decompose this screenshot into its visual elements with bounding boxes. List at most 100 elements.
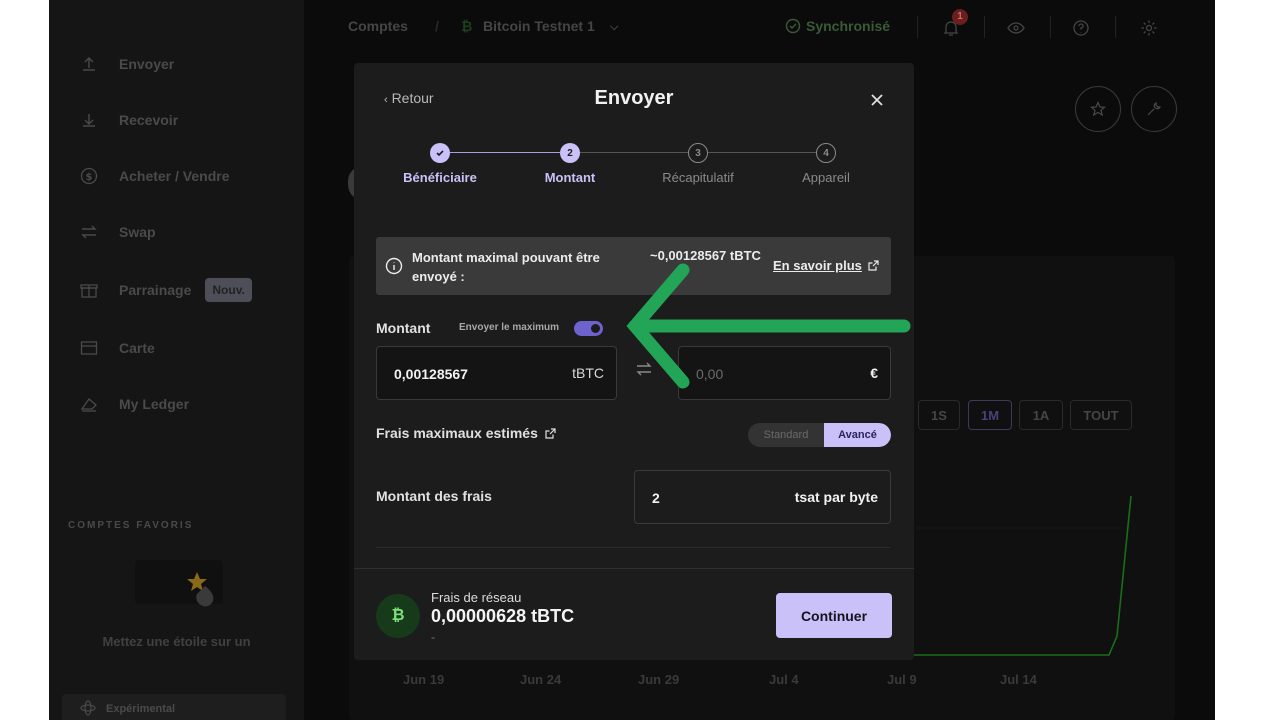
swap-icon (79, 222, 99, 242)
modal-title: Envoyer (594, 87, 674, 109)
settings-button[interactable] (1138, 17, 1160, 39)
close-button[interactable] (866, 89, 888, 111)
fee-rate-value: 2 (652, 490, 660, 506)
send-max-toggle[interactable] (574, 321, 603, 336)
gear-icon (1141, 20, 1157, 36)
chart-date-label: Jun 24 (520, 672, 562, 687)
chart-date-label: Jul 14 (1000, 672, 1037, 687)
fee-rate-input[interactable]: 2 tsat par byte (634, 470, 891, 524)
external-link-icon (868, 260, 879, 271)
max-amount-info: Montant maximal pouvant être envoyé : ~0… (376, 237, 891, 295)
fee-mode-standard[interactable]: Standard (748, 423, 824, 447)
sync-status: Synchronisé (785, 18, 890, 34)
breadcrumb-account[interactable]: Bitcoin Testnet 1 (483, 18, 595, 34)
fee-mode-toggle: Standard Avancé (748, 423, 891, 447)
sidebar-item-card[interactable]: Carte (79, 334, 155, 362)
range-1s[interactable]: 1S (918, 400, 960, 430)
star-icon (1090, 101, 1106, 117)
divider (376, 547, 891, 548)
step-4-dot: 4 (816, 143, 836, 163)
favorites-heading: COMPTES FAVORIS (68, 520, 194, 531)
crypto-amount-value: 0,00128567 (394, 366, 468, 382)
range-all[interactable]: TOUT (1070, 400, 1132, 430)
sidebar-item-receive[interactable]: Recevoir (79, 106, 178, 134)
sidebar-item-referral[interactable]: Parrainage Nouv. (79, 276, 252, 304)
crypto-amount-input[interactable]: 0,00128567 tBTC (376, 346, 617, 400)
ledger-live-app: Envoyer Recevoir $ Acheter / Vendre Swap… (49, 0, 1215, 720)
check-icon (436, 150, 444, 157)
crypto-unit: tBTC (572, 365, 604, 381)
check-circle-icon (785, 18, 801, 34)
sync-status-label: Synchronisé (806, 18, 891, 34)
edit-account-button[interactable] (1131, 86, 1177, 132)
learn-more-link[interactable]: En savoir plus (773, 258, 879, 273)
ledger-icon (79, 394, 99, 414)
chart-date-label: Jul 4 (769, 672, 799, 687)
svg-text:$: $ (86, 172, 93, 183)
experimental-item[interactable]: Expérimental (62, 694, 286, 720)
sidebar-item-buy-sell[interactable]: $ Acheter / Vendre (79, 162, 230, 190)
send-modal: ‹ Retour Envoyer 2 3 4 Bénéficiaire Mont… (354, 63, 914, 660)
divider (1050, 16, 1051, 38)
chart-date-label: Jul 9 (887, 672, 917, 687)
divider (1115, 16, 1116, 38)
breadcrumb-separator: / (435, 18, 439, 34)
help-button[interactable] (1070, 17, 1092, 39)
dollar-circle-icon: $ (79, 166, 99, 186)
notifications-button[interactable]: 1 (940, 9, 968, 39)
learn-more-label: En savoir plus (773, 258, 862, 273)
continue-button[interactable]: Continuer (776, 593, 892, 638)
divider (984, 16, 985, 38)
sidebar-item-label: Swap (119, 224, 156, 240)
fee-rate-unit: tsat par byte (794, 489, 878, 505)
sidebar-item-send[interactable]: Envoyer (79, 50, 174, 78)
range-1a[interactable]: 1A (1019, 400, 1063, 430)
step-2-label: Montant (544, 170, 596, 185)
breadcrumb-accounts[interactable]: Comptes (348, 18, 408, 34)
sidebar-item-label: Envoyer (119, 56, 175, 72)
stepper-line (708, 152, 816, 153)
external-link-icon (545, 427, 556, 439)
send-max-label: Envoyer le maximum (459, 322, 560, 333)
stepper-line (450, 152, 560, 153)
estimated-fees-label[interactable]: Frais maximaux estimés (376, 425, 556, 441)
chevron-down-icon[interactable]: ⌵ (610, 21, 618, 34)
star-account-button[interactable] (1075, 86, 1121, 132)
fee-amount-label: Montant des frais (376, 488, 492, 504)
gift-icon (79, 280, 99, 300)
sidebar: Envoyer Recevoir $ Acheter / Vendre Swap… (49, 0, 304, 720)
step-4-label: Appareil (802, 170, 850, 185)
max-amount-value: ~0,00128567 tBTC (650, 248, 761, 263)
eye-icon (1007, 22, 1025, 34)
swap-currency-icon[interactable] (635, 361, 653, 382)
star-hand-icon (187, 572, 214, 607)
sidebar-item-label: Acheter / Vendre (119, 168, 230, 184)
sidebar-item-label: My Ledger (119, 396, 190, 412)
notification-count: 1 (952, 9, 968, 25)
eye-button[interactable] (1005, 17, 1027, 39)
estimated-fees-text: Frais maximaux estimés (376, 425, 538, 441)
favorites-illustration (135, 560, 223, 607)
fiat-amount-placeholder: 0,00 (696, 366, 724, 382)
new-badge: Nouv. (205, 278, 252, 302)
step-1-label: Bénéficiaire (403, 170, 477, 185)
card-icon (79, 338, 99, 358)
sidebar-item-my-ledger[interactable]: My Ledger (79, 390, 189, 418)
experimental-label: Expérimental (106, 703, 176, 715)
chart-date-label: Jun 29 (638, 672, 680, 687)
divider (917, 16, 918, 38)
close-icon (871, 94, 883, 106)
chart-date-label: Jun 19 (403, 672, 445, 687)
sidebar-item-label: Carte (119, 340, 155, 356)
fiat-unit: € (870, 365, 878, 381)
fiat-amount-input[interactable]: 0,00 € (678, 346, 891, 400)
wrench-icon (1147, 102, 1161, 116)
fee-mode-advanced[interactable]: Avancé (824, 423, 891, 447)
sidebar-item-swap[interactable]: Swap (79, 218, 156, 246)
favorites-hint: Mettez une étoile sur un (102, 634, 251, 649)
toggle-knob (591, 324, 600, 333)
help-icon (1073, 20, 1089, 36)
arrow-up-icon (79, 54, 99, 74)
stepper-line (580, 152, 688, 153)
range-1m[interactable]: 1M (968, 400, 1012, 430)
